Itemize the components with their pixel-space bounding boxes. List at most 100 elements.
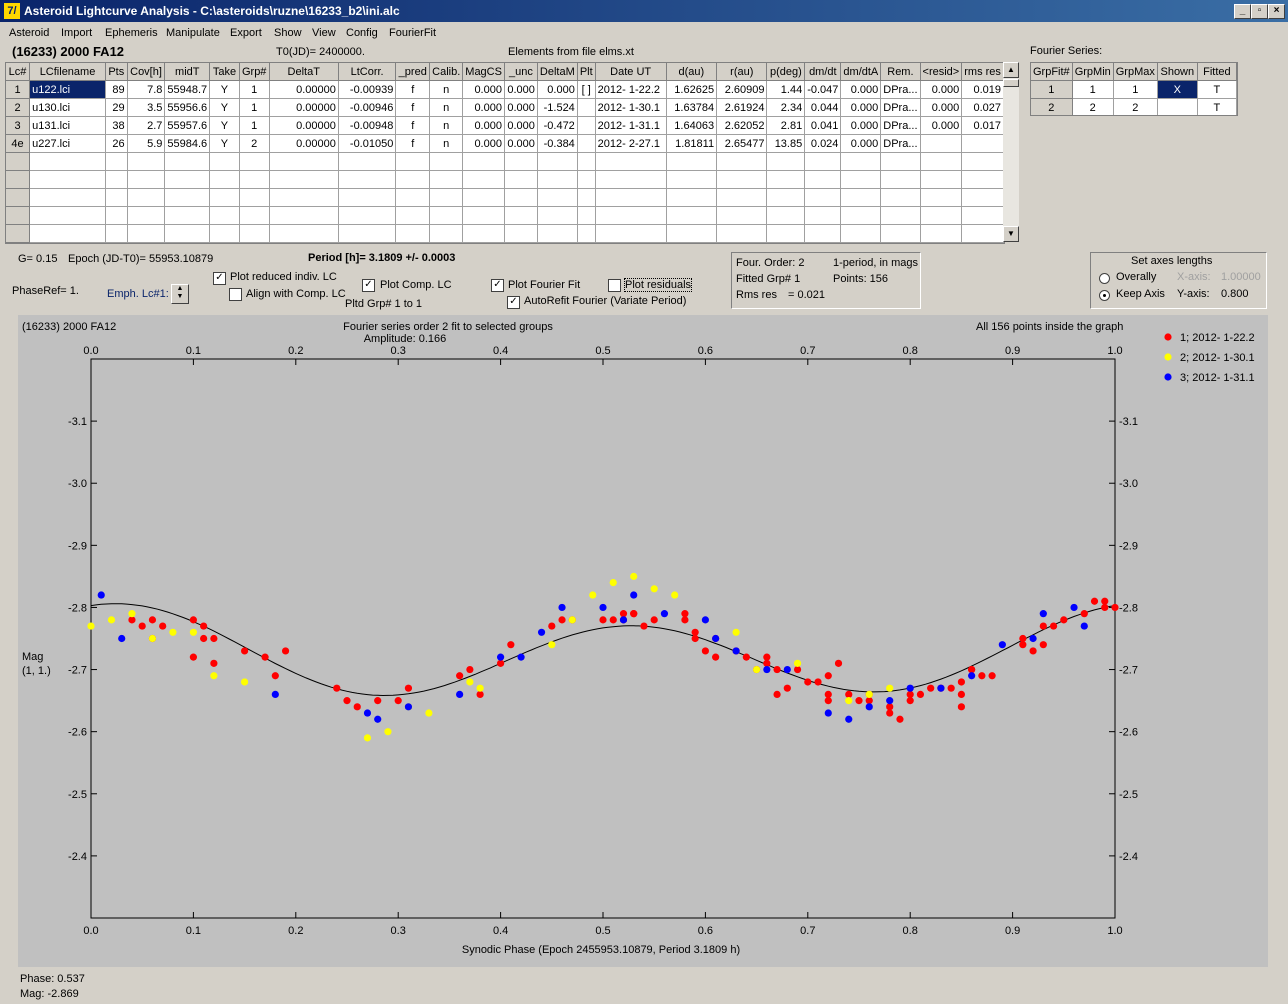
fourier-cell[interactable]: 1 — [1113, 80, 1158, 99]
table-cell[interactable]: 0.041 — [804, 116, 842, 135]
table-cell[interactable]: 1.63784 — [666, 98, 718, 117]
column-header[interactable]: Pts — [105, 63, 128, 81]
table-cell[interactable]: 2.81 — [766, 116, 806, 135]
fourier-cell[interactable]: T — [1197, 80, 1237, 99]
table-cell[interactable]: 55957.6 — [164, 116, 211, 135]
table-cell[interactable]: 38 — [105, 116, 128, 135]
table-cell[interactable]: 1.81811 — [666, 134, 718, 153]
table-cell[interactable]: 2012- 1-30.1 — [595, 98, 667, 117]
table-row[interactable]: 3 u131.lci 38 2.7 55957.6 Y 1 0.00000 -0.00948 f n… — [6, 116, 1004, 135]
empty-row[interactable] — [6, 170, 1004, 189]
table-cell[interactable]: 1.62625 — [666, 80, 718, 99]
table-cell[interactable] — [577, 116, 596, 135]
column-header[interactable]: rms res — [961, 63, 1004, 81]
column-header[interactable]: MagCS — [462, 63, 505, 81]
empty-row[interactable] — [6, 206, 1004, 225]
table-cell[interactable]: 0.000 — [840, 80, 882, 99]
xaxis-value[interactable]: 1.00000 — [1221, 271, 1261, 283]
overally-radio[interactable] — [1099, 273, 1110, 284]
table-cell[interactable]: 0.000 — [462, 134, 505, 153]
table-cell[interactable]: -0.472 — [537, 116, 578, 135]
fourier-column-header[interactable]: GrpMax — [1113, 63, 1158, 81]
menu-export[interactable]: Export — [230, 27, 262, 39]
column-header[interactable]: Rem. — [880, 63, 921, 81]
table-cell[interactable] — [577, 98, 596, 117]
table-cell[interactable]: 0.000 — [840, 116, 882, 135]
column-header[interactable]: dm/dt — [804, 63, 842, 81]
table-cell[interactable]: 55948.7 — [164, 80, 211, 99]
table-cell[interactable]: 0.000 — [920, 98, 963, 117]
table-cell[interactable]: 7.8 — [127, 80, 166, 99]
table-cell[interactable]: f — [395, 134, 431, 153]
emph-spinner[interactable]: ▲ ▼ — [171, 284, 189, 304]
table-cell[interactable]: 55984.6 — [164, 134, 211, 153]
table-cell[interactable]: 0.000 — [462, 80, 505, 99]
table-cell[interactable]: 0.000 — [920, 80, 963, 99]
table-cell[interactable]: -0.01050 — [338, 134, 397, 153]
menu-asteroid[interactable]: Asteroid — [9, 27, 49, 39]
column-header[interactable]: Plt — [577, 63, 596, 81]
table-cell[interactable]: 2.7 — [127, 116, 166, 135]
table-cell[interactable]: 0.000 — [462, 116, 505, 135]
empty-row[interactable] — [6, 188, 1004, 207]
table-cell[interactable]: f — [395, 98, 431, 117]
table-cell[interactable]: 0.000 — [462, 98, 505, 117]
fourier-column-header[interactable]: GrpMin — [1072, 63, 1114, 81]
fourier-cell[interactable]: 2 — [1031, 98, 1073, 115]
grid-scrollbar[interactable]: ▲ ▼ — [1003, 62, 1019, 242]
fourier-column-header[interactable]: GrpFit# — [1031, 63, 1073, 81]
column-header[interactable]: Grp# — [239, 63, 270, 81]
column-header[interactable]: p(deg) — [766, 63, 806, 81]
table-cell[interactable]: 0.000 — [504, 98, 538, 117]
fourier-cell[interactable]: T — [1197, 98, 1237, 115]
table-cell[interactable]: f — [395, 116, 431, 135]
lightcurve-grid[interactable]: Lc# LCfilename Pts Cov[h] midT Take Grp# DeltaT… — [5, 62, 1005, 244]
table-cell[interactable]: 3.5 — [127, 98, 166, 117]
table-cell[interactable]: 0.00000 — [269, 116, 339, 135]
row-header[interactable]: 4e — [6, 134, 31, 153]
table-cell[interactable]: 2012- 1-31.1 — [595, 116, 667, 135]
menu-fourierfit[interactable]: FourierFit — [389, 27, 436, 39]
table-cell[interactable]: DPra... — [880, 80, 921, 99]
column-header[interactable]: DeltaT — [269, 63, 339, 81]
column-header[interactable]: DeltaM — [537, 63, 578, 81]
fourier-column-header[interactable]: Shown — [1157, 63, 1198, 81]
table-cell[interactable]: -0.384 — [537, 134, 578, 153]
table-cell[interactable]: 0.000 — [504, 134, 538, 153]
table-row[interactable]: 2 u130.lci 29 3.5 55956.6 Y 1 0.00000 -0.00946 f n… — [6, 98, 1004, 117]
table-cell[interactable]: Y — [209, 134, 240, 153]
table-cell[interactable]: 0.024 — [804, 134, 842, 153]
table-cell[interactable]: 1.44 — [766, 80, 806, 99]
keep-axis-radio[interactable] — [1099, 290, 1110, 301]
table-cell[interactable]: 1 — [239, 80, 270, 99]
menu-config[interactable]: Config — [346, 27, 378, 39]
table-cell[interactable]: 1.64063 — [666, 116, 718, 135]
menu-view[interactable]: View — [312, 27, 336, 39]
plot-svg[interactable]: (16233) 2000 FA12 Fourier series order 2… — [18, 315, 1268, 967]
table-cell[interactable]: 2.62052 — [716, 116, 768, 135]
table-cell[interactable]: 2.34 — [766, 98, 806, 117]
column-header[interactable]: <resid> — [920, 63, 963, 81]
table-cell[interactable]: 0.000 — [504, 116, 538, 135]
table-cell[interactable]: 0.000 — [504, 80, 538, 99]
scroll-down-icon[interactable]: ▼ — [1003, 226, 1019, 242]
fourier-row[interactable]: 111XT — [1031, 80, 1237, 99]
table-cell[interactable]: 0.000 — [840, 98, 882, 117]
column-header[interactable]: Date UT — [595, 63, 667, 81]
column-header[interactable]: Cov[h] — [127, 63, 166, 81]
row-header[interactable]: 3 — [6, 116, 31, 135]
table-row[interactable]: 4e u227.lci 26 5.9 55984.6 Y 2 0.00000 -0.01050 f… — [6, 134, 1004, 153]
close-button[interactable]: × — [1268, 4, 1285, 19]
table-cell[interactable]: u131.lci — [29, 116, 106, 135]
minimize-button[interactable]: _ — [1234, 4, 1251, 19]
fourier-cell[interactable]: 1 — [1031, 80, 1073, 99]
plot-residuals-checkbox[interactable] — [608, 279, 621, 292]
column-header[interactable]: _pred — [395, 63, 431, 81]
table-cell[interactable]: 26 — [105, 134, 128, 153]
column-header[interactable]: midT — [164, 63, 211, 81]
row-header[interactable]: 2 — [6, 98, 31, 117]
table-cell[interactable]: 0.00000 — [269, 98, 339, 117]
table-cell[interactable]: 2.61924 — [716, 98, 768, 117]
align-checkbox[interactable] — [229, 288, 242, 301]
empty-row[interactable] — [6, 152, 1004, 171]
